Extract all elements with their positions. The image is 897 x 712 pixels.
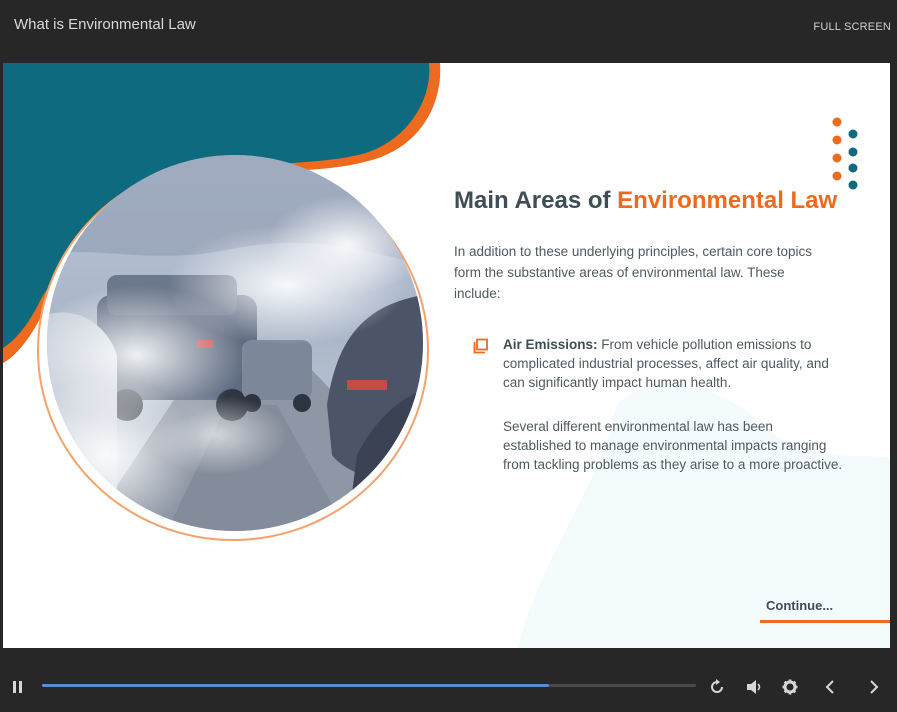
bullet-title: Air Emissions: bbox=[503, 337, 598, 352]
next-arrow-icon[interactable] bbox=[868, 679, 880, 695]
heading-accent: Environmental Law bbox=[617, 187, 838, 214]
player-top-bar: What is Environmental Law FULL SCREEN bbox=[0, 0, 897, 62]
continue-button[interactable]: Continue... bbox=[766, 598, 833, 613]
slide-canvas: Main Areas of Environmental Law In addit… bbox=[3, 63, 890, 648]
intro-text: In addition to these underlying principl… bbox=[454, 244, 812, 301]
progress-fill bbox=[42, 684, 549, 687]
continue-underline bbox=[760, 620, 890, 623]
player-controls bbox=[0, 648, 897, 712]
progress-bar[interactable] bbox=[42, 684, 696, 687]
decorative-dots bbox=[832, 117, 858, 190]
slide-heading: Main Areas of Environmental Law bbox=[454, 187, 837, 215]
replay-icon[interactable] bbox=[709, 679, 725, 695]
traffic-smog-photo bbox=[47, 155, 423, 531]
course-title: What is Environmental Law bbox=[14, 16, 196, 33]
settings-gear-icon[interactable] bbox=[782, 679, 798, 695]
pause-icon[interactable] bbox=[12, 680, 24, 694]
copy-icon bbox=[473, 338, 488, 354]
prev-arrow-icon[interactable] bbox=[824, 679, 836, 695]
heading-main: Main Areas of bbox=[454, 187, 618, 214]
bullet-air-emissions: Air Emissions: From vehicle pollution em… bbox=[503, 335, 843, 392]
fullscreen-button[interactable]: FULL SCREEN bbox=[813, 21, 891, 33]
volume-icon[interactable] bbox=[746, 679, 764, 695]
paragraph-two: Several different environmental law has … bbox=[503, 419, 843, 472]
